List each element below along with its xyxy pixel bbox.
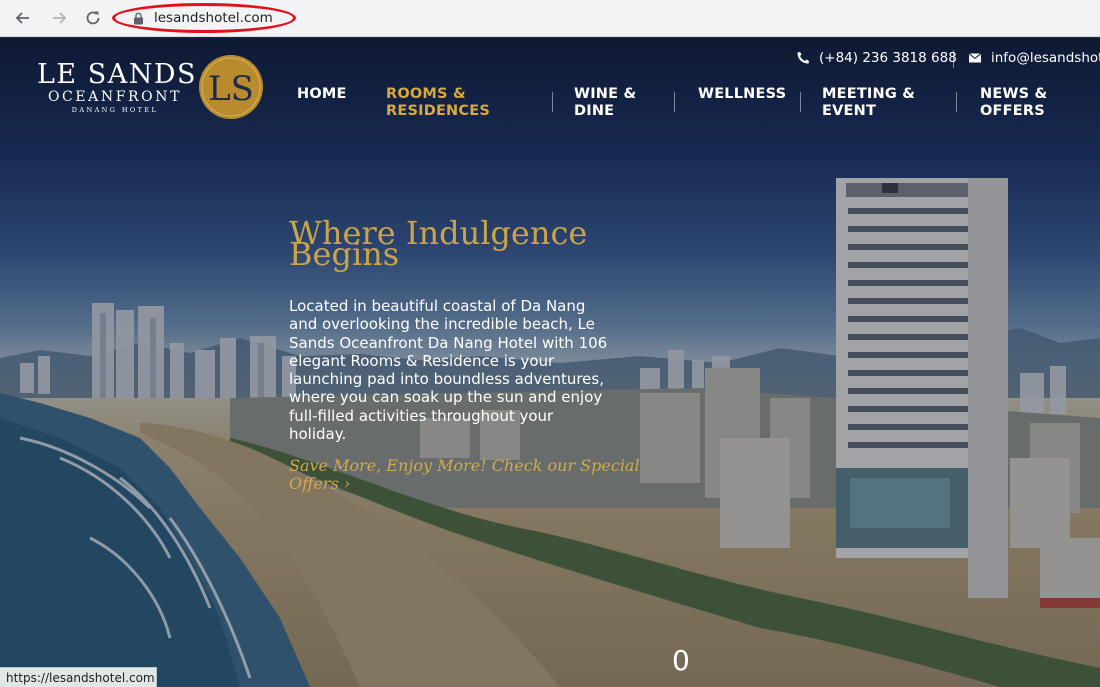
arrow-right-icon [53,12,67,24]
nav-wellness[interactable]: WELLNESS [698,86,786,103]
arrow-left-icon [15,12,29,24]
lock-icon [134,12,143,24]
logo-line-1: LE SANDS [37,59,197,90]
logo-line-2: OCEANFRONT [47,89,183,105]
status-bar-url: https://lesandshotel.com [0,667,157,687]
reload-icon [86,11,100,25]
address-bar[interactable]: lesandshotel.com [112,3,296,33]
nav-news-offers[interactable]: NEWS & OFFERS [980,86,1047,120]
back-button[interactable] [11,6,35,30]
forward-button[interactable] [47,6,71,30]
phone-icon [797,52,809,64]
contact-divider [953,50,954,68]
nav-divider [956,92,957,112]
slide-indicator[interactable]: 0 [672,644,690,677]
reload-button[interactable] [81,6,105,30]
browser-toolbar: lesandshotel.com [0,0,1100,37]
nav-wine-dine[interactable]: WINE & DINE [574,86,636,120]
hero-title: Where Indulgence Begins [289,214,588,273]
hero-section: (+84) 236 3818 688 info@lesandshotel.com… [0,38,1100,687]
contact-email[interactable]: info@lesandshotel.com [968,50,1100,66]
nav-meeting-event[interactable]: MEETING & EVENT [822,86,915,120]
hero-description: Located in beautiful coastal of Da Nang … [289,297,608,444]
nav-divider [800,92,801,112]
nav-home[interactable]: HOME [297,86,347,103]
url-text: lesandshotel.com [154,10,273,26]
logo-emblem-letters: LS [208,69,254,109]
logo-emblem-icon[interactable]: LS [198,54,264,120]
nav-rooms-residences[interactable]: ROOMS & RESIDENCES [386,86,490,120]
nav-divider [674,92,675,112]
envelope-icon [968,53,982,63]
phone-number: (+84) 236 3818 688 [819,50,957,66]
email-address: info@lesandshotel.com [991,50,1100,66]
special-offers-link[interactable]: Save More, Enjoy More! Check our Special… [289,457,640,493]
logo-line-3: DANANG HOTEL [71,106,159,114]
contact-phone[interactable]: (+84) 236 3818 688 [796,50,957,66]
hotel-logo[interactable]: LE SANDS OCEANFRONT DANANG HOTEL [37,59,197,116]
nav-divider [552,92,553,112]
